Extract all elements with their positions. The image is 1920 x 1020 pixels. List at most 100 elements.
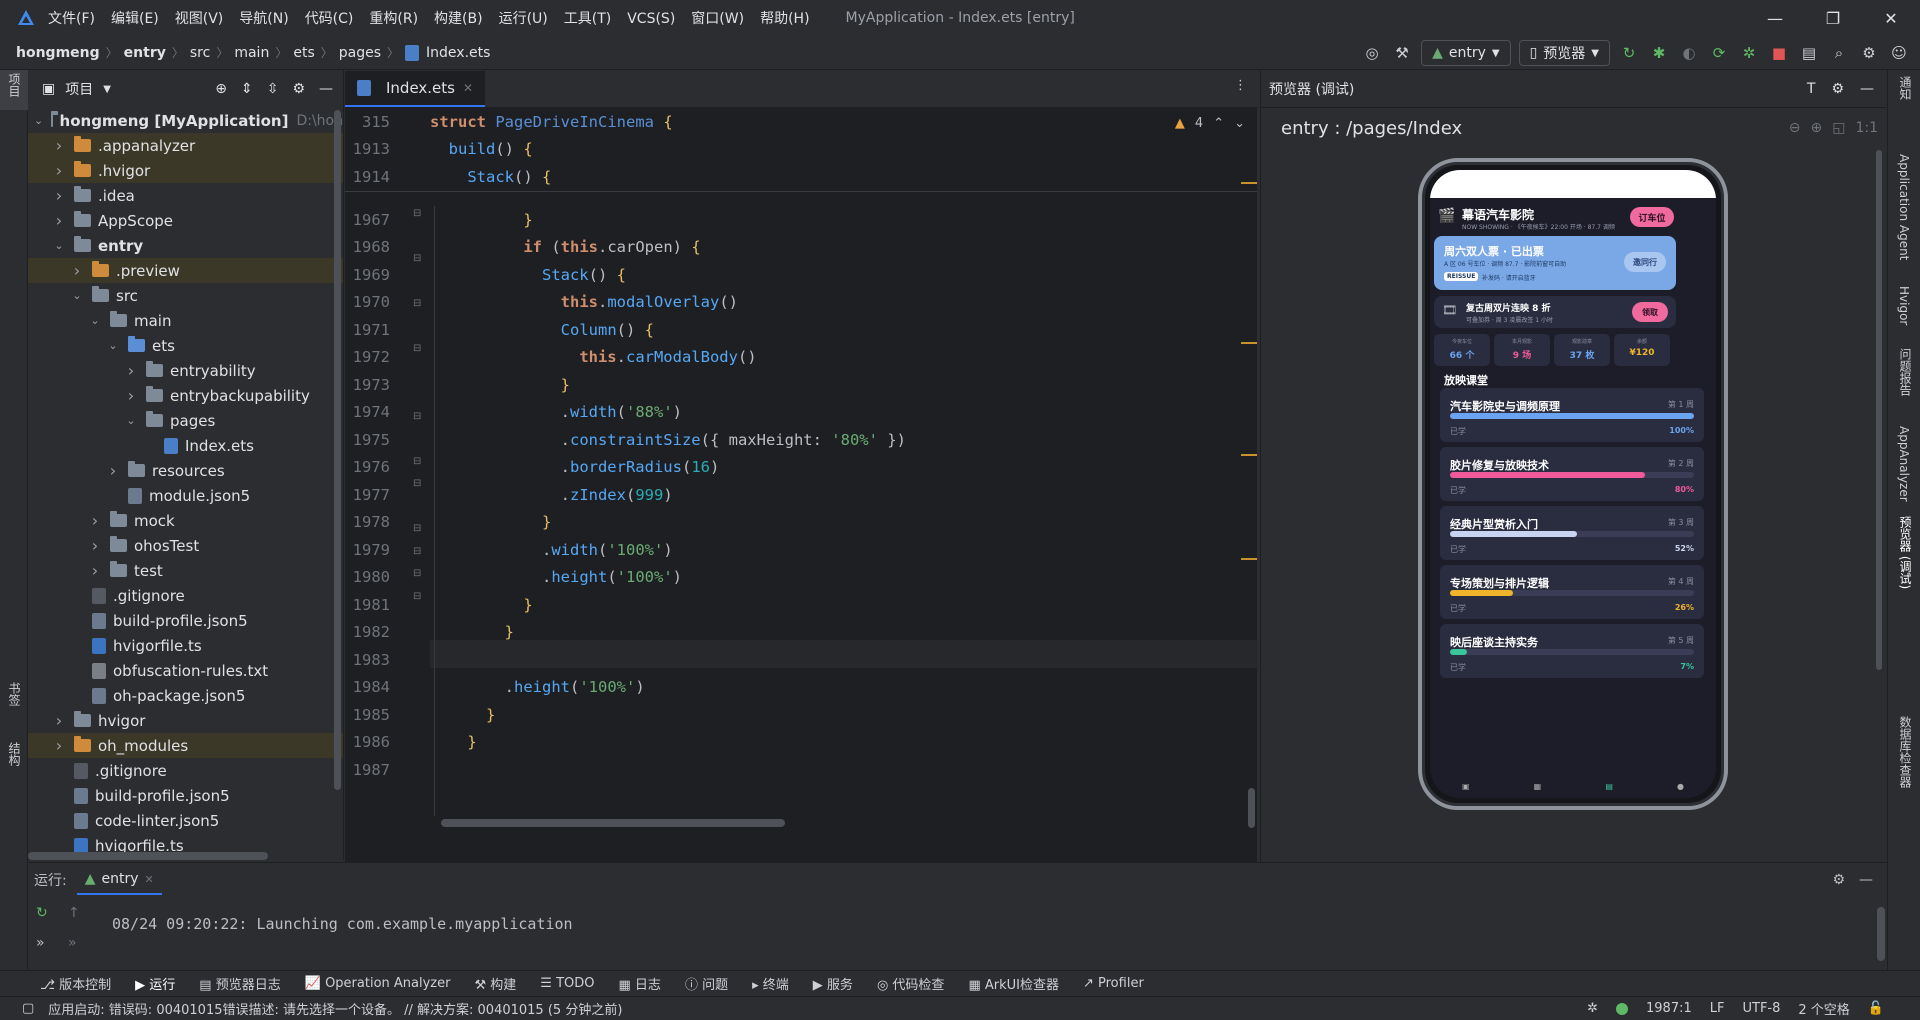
tree-item[interactable]: .gitignore	[28, 583, 343, 608]
locate-icon[interactable]: ⊕	[215, 81, 227, 97]
zoom-in-icon[interactable]: ⊕	[1811, 120, 1823, 136]
structure-tool-label[interactable]: 结构	[6, 742, 23, 766]
tree-item[interactable]: obfuscation-rules.txt	[28, 658, 343, 683]
file-encoding[interactable]: UTF-8	[1743, 1001, 1781, 1016]
project-panel-title[interactable]: 项目	[65, 79, 93, 99]
claim-button[interactable]: 领取	[1632, 302, 1668, 322]
code-line[interactable]: 1979 .width('100%')	[345, 536, 1257, 564]
menu-item[interactable]: 帮助(H)	[760, 11, 809, 27]
tree-item[interactable]: › ohosTest	[28, 533, 343, 558]
line-separator[interactable]: LF	[1710, 1001, 1725, 1016]
chevron-right-icon[interactable]: ›	[52, 186, 66, 205]
target-icon[interactable]: ◎	[1361, 42, 1383, 64]
chevron-right-icon[interactable]: ›	[124, 386, 138, 405]
refresh-icon[interactable]: ⟳	[1708, 42, 1730, 64]
fit-screen-icon[interactable]: ◱	[1832, 120, 1845, 136]
course-card[interactable]: 专场策划与排片逻辑 第 4 周已学 26%	[1440, 565, 1704, 619]
right-tool-5[interactable]: 预览器 (调试)	[1897, 516, 1914, 589]
warning-stripe[interactable]	[1241, 342, 1257, 344]
right-tool-1[interactable]: Application Agent	[1897, 154, 1911, 260]
menu-item[interactable]: 构建(B)	[434, 11, 483, 27]
breadcrumb-item[interactable]: ets	[293, 45, 314, 61]
code-line[interactable]: 1976 .borderRadius(16)	[345, 454, 1257, 482]
chevron-right-icon[interactable]: ›	[52, 136, 66, 155]
tool-window-0[interactable]: ⎇ 版本控制	[40, 974, 111, 993]
menu-item[interactable]: 编辑(E)	[111, 11, 159, 27]
actual-size-icon[interactable]: 1:1	[1855, 120, 1878, 136]
tool-window-7[interactable]: ⓘ 问题	[685, 974, 728, 993]
tree-item[interactable]: › hvigor	[28, 708, 343, 733]
chevron-right-icon[interactable]: ›	[52, 736, 66, 755]
fold-marker-icon[interactable]: ⊟	[413, 298, 421, 309]
warning-stripe[interactable]	[1241, 558, 1257, 560]
tool-window-12[interactable]: ↗ Profiler	[1083, 976, 1144, 991]
tree-item[interactable]: › .idea	[28, 183, 343, 208]
course-card[interactable]: 汽车影院史与调频原理 第 1 周已学 100%	[1440, 388, 1704, 442]
nav-ticket-icon[interactable]: ▦	[1534, 782, 1542, 798]
hide-panel-icon[interactable]: —	[1859, 872, 1873, 888]
settings-icon[interactable]: ⚙	[1832, 872, 1845, 888]
ticket-card[interactable]: 周六双人票 · 已出票 A 区 06 号车位 · 调频 87.7 · 影院前窗可…	[1434, 236, 1676, 290]
close-tab-icon[interactable]: ✕	[145, 873, 154, 886]
maximize-button[interactable]: ❐	[1804, 0, 1862, 36]
hide-panel-icon[interactable]: —	[1860, 81, 1874, 97]
preview-scrollbar[interactable]	[1876, 150, 1882, 670]
right-tool-4[interactable]: AppAnalyzer	[1897, 426, 1911, 502]
more-tabs-icon[interactable]: ⋮	[1234, 78, 1247, 93]
warning-stripe[interactable]	[1241, 182, 1257, 184]
chevron-right-icon[interactable]: ›	[88, 511, 102, 530]
menu-item[interactable]: 窗口(W)	[691, 11, 744, 27]
code-line[interactable]: 1971 Column() {	[345, 316, 1257, 344]
run-log-output[interactable]: 08/24 09:20:22: Launching com.example.my…	[112, 915, 573, 933]
menu-item[interactable]: VCS(S)	[627, 11, 675, 27]
vertical-scrollbar[interactable]	[334, 110, 341, 790]
stop-icon[interactable]: ■	[1768, 42, 1790, 64]
chevron-down-icon[interactable]: ⌄	[106, 339, 120, 352]
tool-window-11[interactable]: ▦ ArkUI检查器	[968, 974, 1059, 993]
settings-icon[interactable]: ⚙	[1858, 42, 1880, 64]
breadcrumb-item[interactable]: hongmeng	[16, 45, 100, 61]
course-card[interactable]: 胶片修复与放映技术 第 2 周已学 80%	[1440, 447, 1704, 501]
menu-item[interactable]: 导航(N)	[239, 11, 288, 27]
invite-button[interactable]: 邀同行	[1624, 252, 1666, 272]
fold-marker-icon[interactable]: ⊟	[413, 591, 421, 602]
run-tab-entry[interactable]: ▲ entry ✕	[76, 865, 162, 895]
tree-item[interactable]: ⌄ ets	[28, 333, 343, 358]
tab-index-ets[interactable]: Index.ets ✕	[345, 71, 486, 107]
right-tool-0[interactable]: 通知	[1897, 76, 1914, 100]
code-line[interactable]: 1972 this.carModalBody()	[345, 344, 1257, 372]
device-manager-icon[interactable]: ▤	[1798, 42, 1820, 64]
attach-debugger-icon[interactable]: ✲	[1738, 42, 1760, 64]
tool-window-10[interactable]: ◎ 代码检查	[877, 974, 945, 993]
fold-marker-icon[interactable]: ⊟	[413, 411, 421, 422]
menu-item[interactable]: 文件(F)	[48, 11, 95, 27]
device-dropdown[interactable]: ▯ 预览器 ▼	[1518, 40, 1610, 66]
chevron-right-icon[interactable]: ›	[124, 361, 138, 380]
code-line[interactable]: 315 struct PageDriveInCinema {	[345, 108, 1257, 136]
tree-item[interactable]: build-profile.json5	[28, 608, 343, 633]
close-window-button[interactable]: ✕	[1862, 0, 1920, 36]
code-line[interactable]: 1981 }	[345, 591, 1257, 619]
fold-marker-icon[interactable]: ⊟	[413, 208, 421, 219]
rerun-icon[interactable]: ↻	[36, 905, 48, 921]
fold-marker-icon[interactable]: ⊟	[413, 456, 421, 467]
tree-item[interactable]: module.json5	[28, 483, 343, 508]
menu-item[interactable]: 视图(V)	[175, 11, 224, 27]
tool-window-2[interactable]: ▤ 预览器日志	[199, 974, 280, 993]
chevron-right-icon[interactable]: ›	[52, 711, 66, 730]
tree-item[interactable]: › entryability	[28, 358, 343, 383]
tree-item[interactable]: ⌄ pages	[28, 408, 343, 433]
bookmarks-tool-label[interactable]: 书签	[6, 682, 23, 706]
collapse-all-icon[interactable]: ⇳	[267, 81, 279, 97]
scroll-up-icon[interactable]: ↑	[68, 905, 80, 921]
fold-marker-icon[interactable]: ⊟	[413, 478, 421, 489]
tool-window-5[interactable]: ☰ TODO	[540, 976, 594, 991]
chevron-down-icon[interactable]: ⌄	[34, 114, 43, 127]
tree-item[interactable]: oh-package.json5	[28, 683, 343, 708]
tree-item[interactable]: › oh_modules	[28, 733, 343, 758]
fold-marker-icon[interactable]: ⊟	[413, 546, 421, 557]
code-line[interactable]: 1913 build() {	[345, 136, 1257, 164]
order-spot-button[interactable]: 订车位	[1630, 207, 1674, 227]
editor-vertical-scrollbar[interactable]	[1248, 788, 1255, 828]
tool-window-3[interactable]: 📈 Operation Analyzer	[305, 976, 451, 991]
